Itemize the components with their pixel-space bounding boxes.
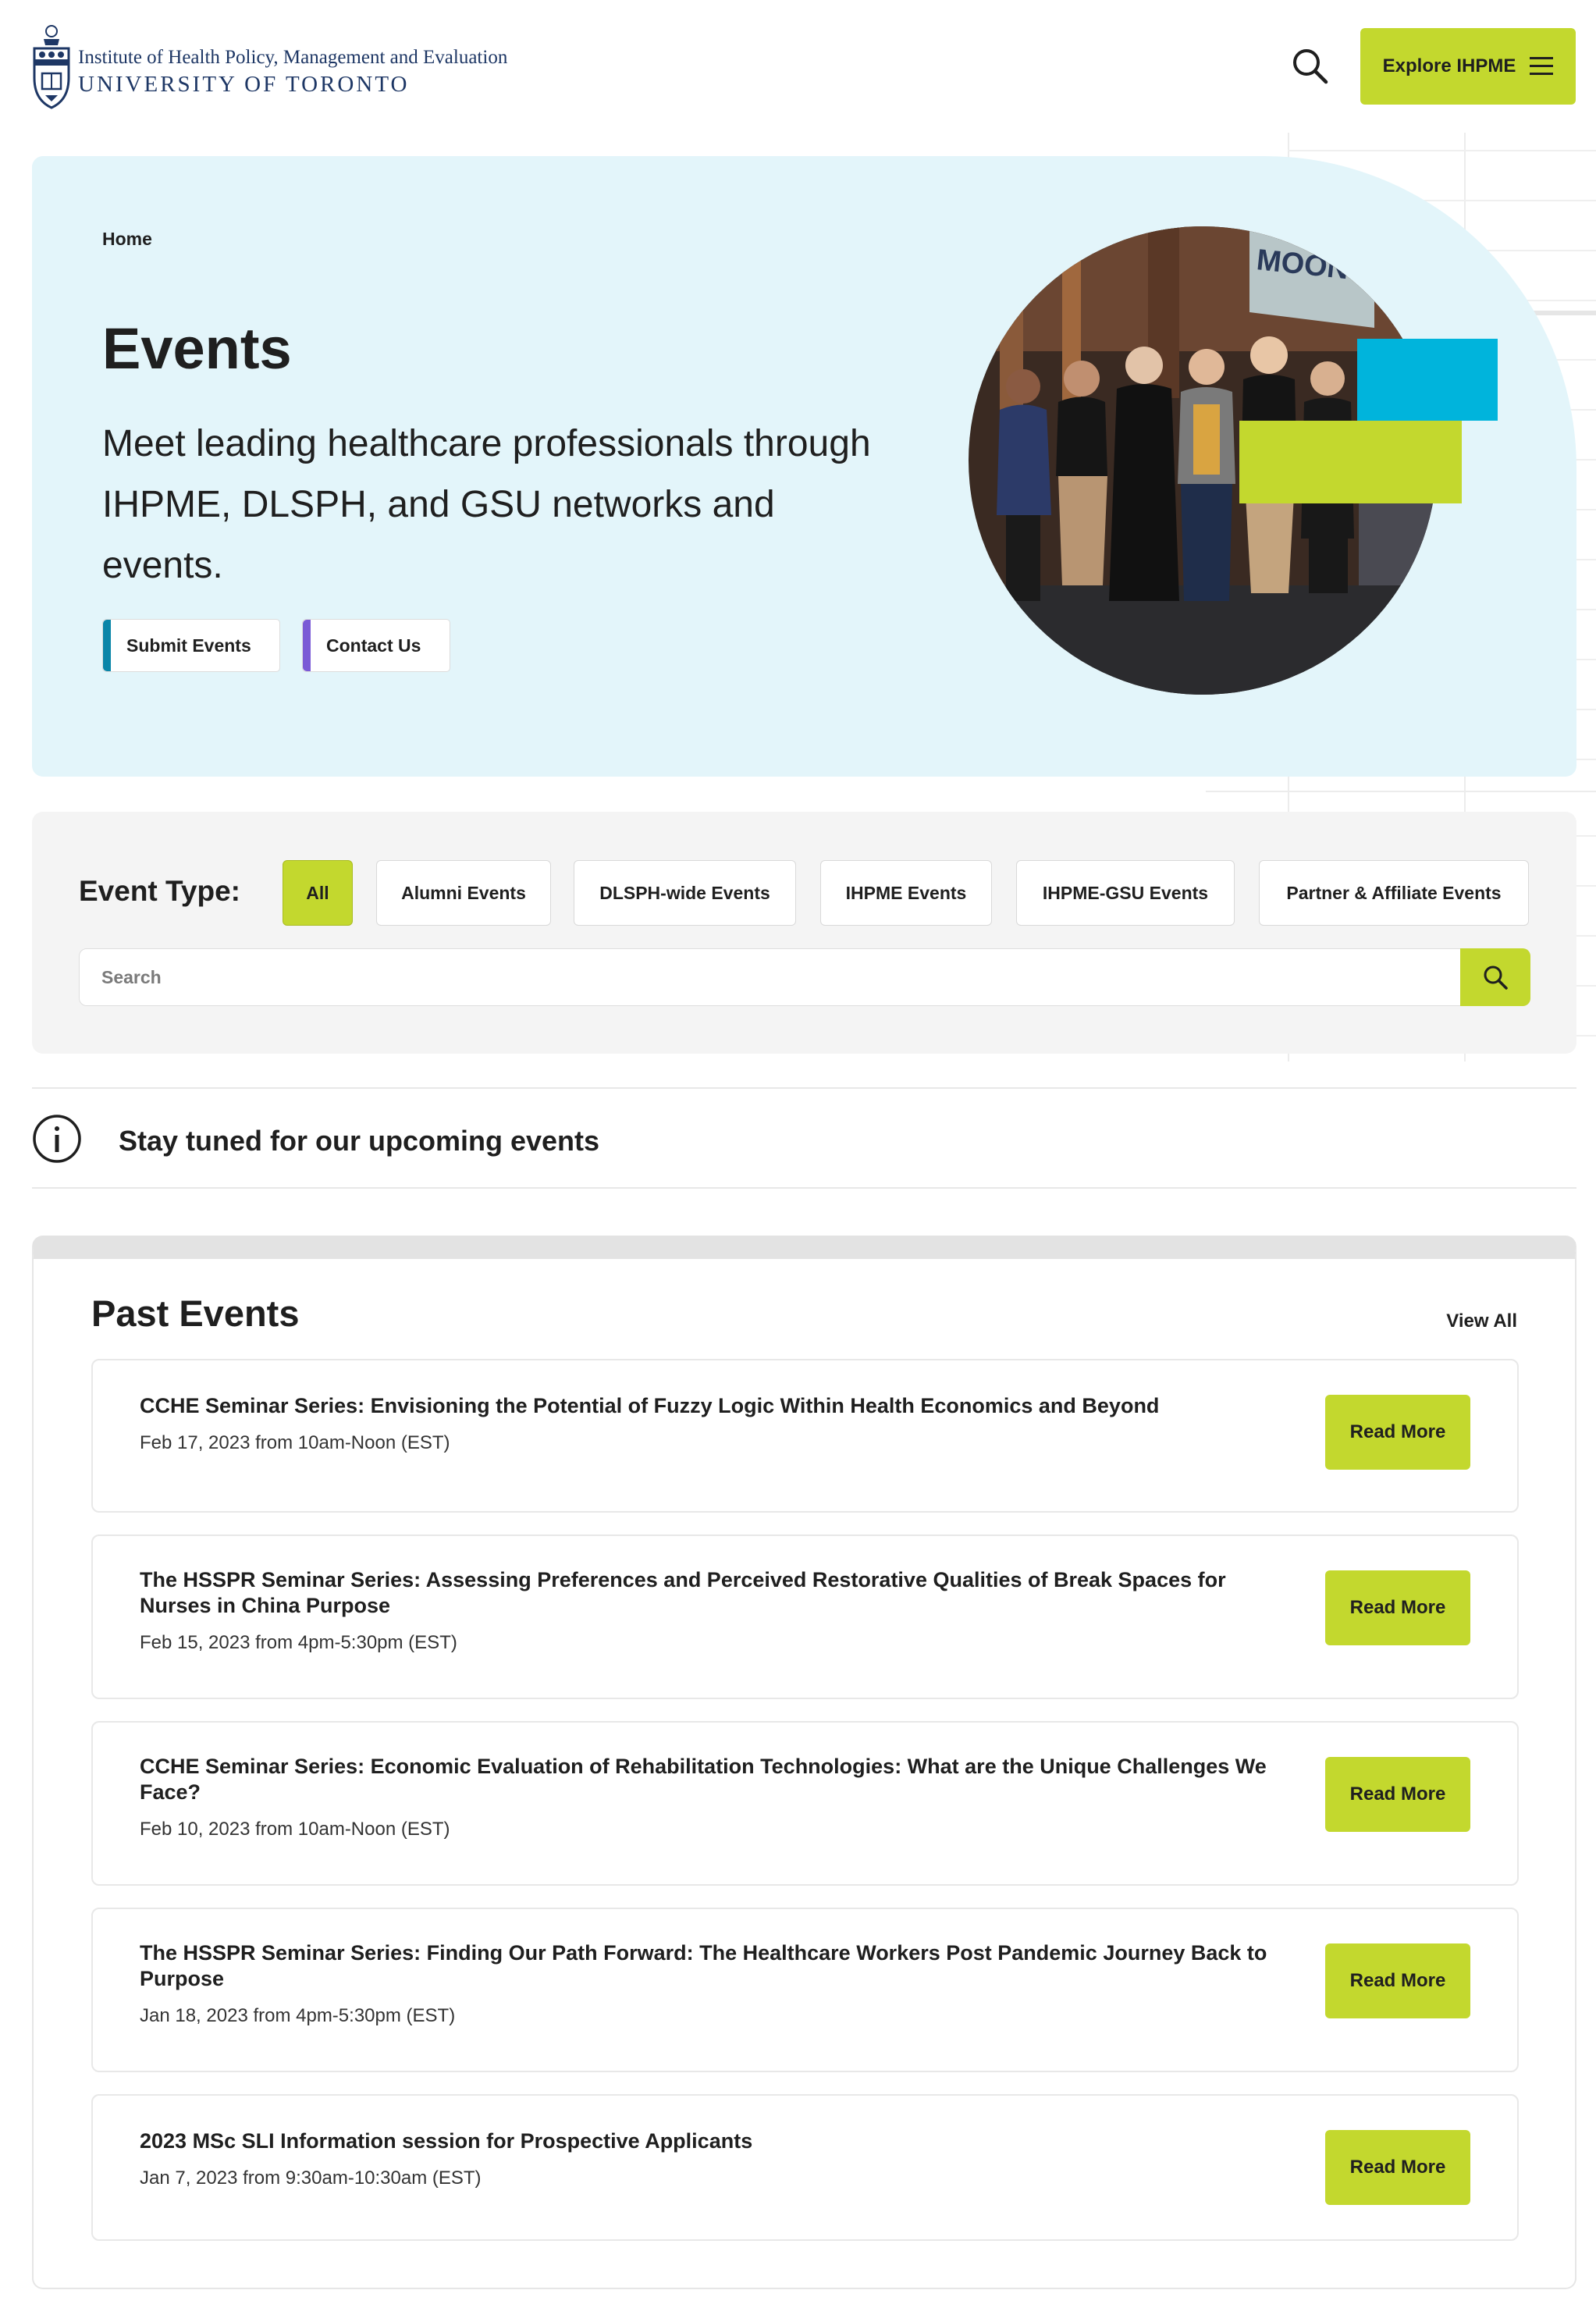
info-icon <box>33 1115 81 1163</box>
event-date: Feb 10, 2023 from 10am-Noon (EST) <box>140 1819 450 1840</box>
button-accent-bar <box>103 620 111 671</box>
breadcrumb[interactable]: Home <box>102 229 152 250</box>
event-type-label: Event Type: <box>79 875 240 907</box>
filter-chip-partner-affiliate-events[interactable]: Partner & Affiliate Events <box>1259 860 1529 926</box>
search-icon <box>1484 965 1508 990</box>
contact-us-button[interactable]: Contact Us <box>302 619 450 672</box>
search-icon <box>1293 49 1328 84</box>
event-filter-panel: Event Type: All Alumni Events DLSPH-wide… <box>32 812 1576 1054</box>
event-title[interactable]: CCHE Seminar Series: Economic Evaluation… <box>140 1754 1295 1805</box>
button-accent-bar <box>303 620 311 671</box>
event-date: Jan 18, 2023 from 4pm-5:30pm (EST) <box>140 2005 456 2026</box>
event-card: 2023 MSc SLI Information session for Pro… <box>91 2094 1519 2241</box>
filter-chip-ihpme-events[interactable]: IHPME Events <box>820 860 992 926</box>
decorative-blue-block <box>1357 339 1498 421</box>
background-line <box>1206 791 1596 792</box>
event-search-input[interactable] <box>80 949 1461 1005</box>
upcoming-events-notice: Stay tuned for our upcoming events <box>32 1087 1576 1189</box>
event-card: The HSSPR Seminar Series: Assessing Pref… <box>91 1534 1519 1699</box>
event-card: CCHE Seminar Series: Envisioning the Pot… <box>91 1359 1519 1513</box>
event-search-submit-button[interactable] <box>1460 948 1530 1006</box>
submit-events-label: Submit Events <box>126 635 251 656</box>
read-more-button[interactable]: Read More <box>1325 1943 1470 2018</box>
read-more-button[interactable]: Read More <box>1325 2130 1470 2205</box>
hamburger-icon <box>1530 57 1554 76</box>
contact-us-label: Contact Us <box>326 635 421 656</box>
view-all-link[interactable]: View All <box>1446 1310 1517 1332</box>
logo-university-name: UNIVERSITY OF TORONTO <box>78 72 410 97</box>
page-title: Events <box>102 316 292 381</box>
read-more-button[interactable]: Read More <box>1325 1757 1470 1832</box>
event-date: Feb 17, 2023 from 10am-Noon (EST) <box>140 1432 450 1453</box>
upcoming-events-message: Stay tuned for our upcoming events <box>119 1125 600 1157</box>
past-events-section: Past Events View All CCHE Seminar Series… <box>32 1236 1576 2289</box>
event-title[interactable]: 2023 MSc SLI Information session for Pro… <box>140 2128 1295 2154</box>
event-date: Jan 7, 2023 from 9:30am-10:30am (EST) <box>140 2167 482 2189</box>
past-events-title: Past Events <box>91 1293 300 1334</box>
crest-icon <box>33 25 70 109</box>
filter-chip-dlsph-wide-events[interactable]: DLSPH-wide Events <box>574 860 796 926</box>
explore-menu-label: Explore IHPME <box>1382 55 1516 76</box>
header-search-button[interactable] <box>1289 45 1331 87</box>
filter-chip-ihpme-gsu-events[interactable]: IHPME-GSU Events <box>1016 860 1235 926</box>
event-title[interactable]: CCHE Seminar Series: Envisioning the Pot… <box>140 1393 1295 1419</box>
hero-subtitle: Meet leading healthcare professionals th… <box>102 423 871 586</box>
decorative-lime-block <box>1239 421 1462 503</box>
event-date: Feb 15, 2023 from 4pm-5:30pm (EST) <box>140 1632 457 1653</box>
site-header: Institute of Health Policy, Management a… <box>0 0 1596 133</box>
submit-events-button[interactable]: Submit Events <box>102 619 280 672</box>
event-card: The HSSPR Seminar Series: Finding Our Pa… <box>91 1908 1519 2072</box>
event-title[interactable]: The HSSPR Seminar Series: Assessing Pref… <box>140 1567 1295 1619</box>
filter-chip-alumni-events[interactable]: Alumni Events <box>376 860 551 926</box>
logo-institute-name: Institute of Health Policy, Management a… <box>78 47 508 68</box>
university-logo[interactable]: Institute of Health Policy, Management a… <box>31 23 546 111</box>
read-more-button[interactable]: Read More <box>1325 1570 1470 1645</box>
filter-chip-all[interactable]: All <box>283 860 353 926</box>
event-card: CCHE Seminar Series: Economic Evaluation… <box>91 1721 1519 1886</box>
event-title[interactable]: The HSSPR Seminar Series: Finding Our Pa… <box>140 1940 1295 1992</box>
read-more-button[interactable]: Read More <box>1325 1395 1470 1470</box>
explore-menu-button[interactable]: Explore IHPME <box>1360 28 1576 105</box>
event-search-bar <box>79 948 1530 1006</box>
